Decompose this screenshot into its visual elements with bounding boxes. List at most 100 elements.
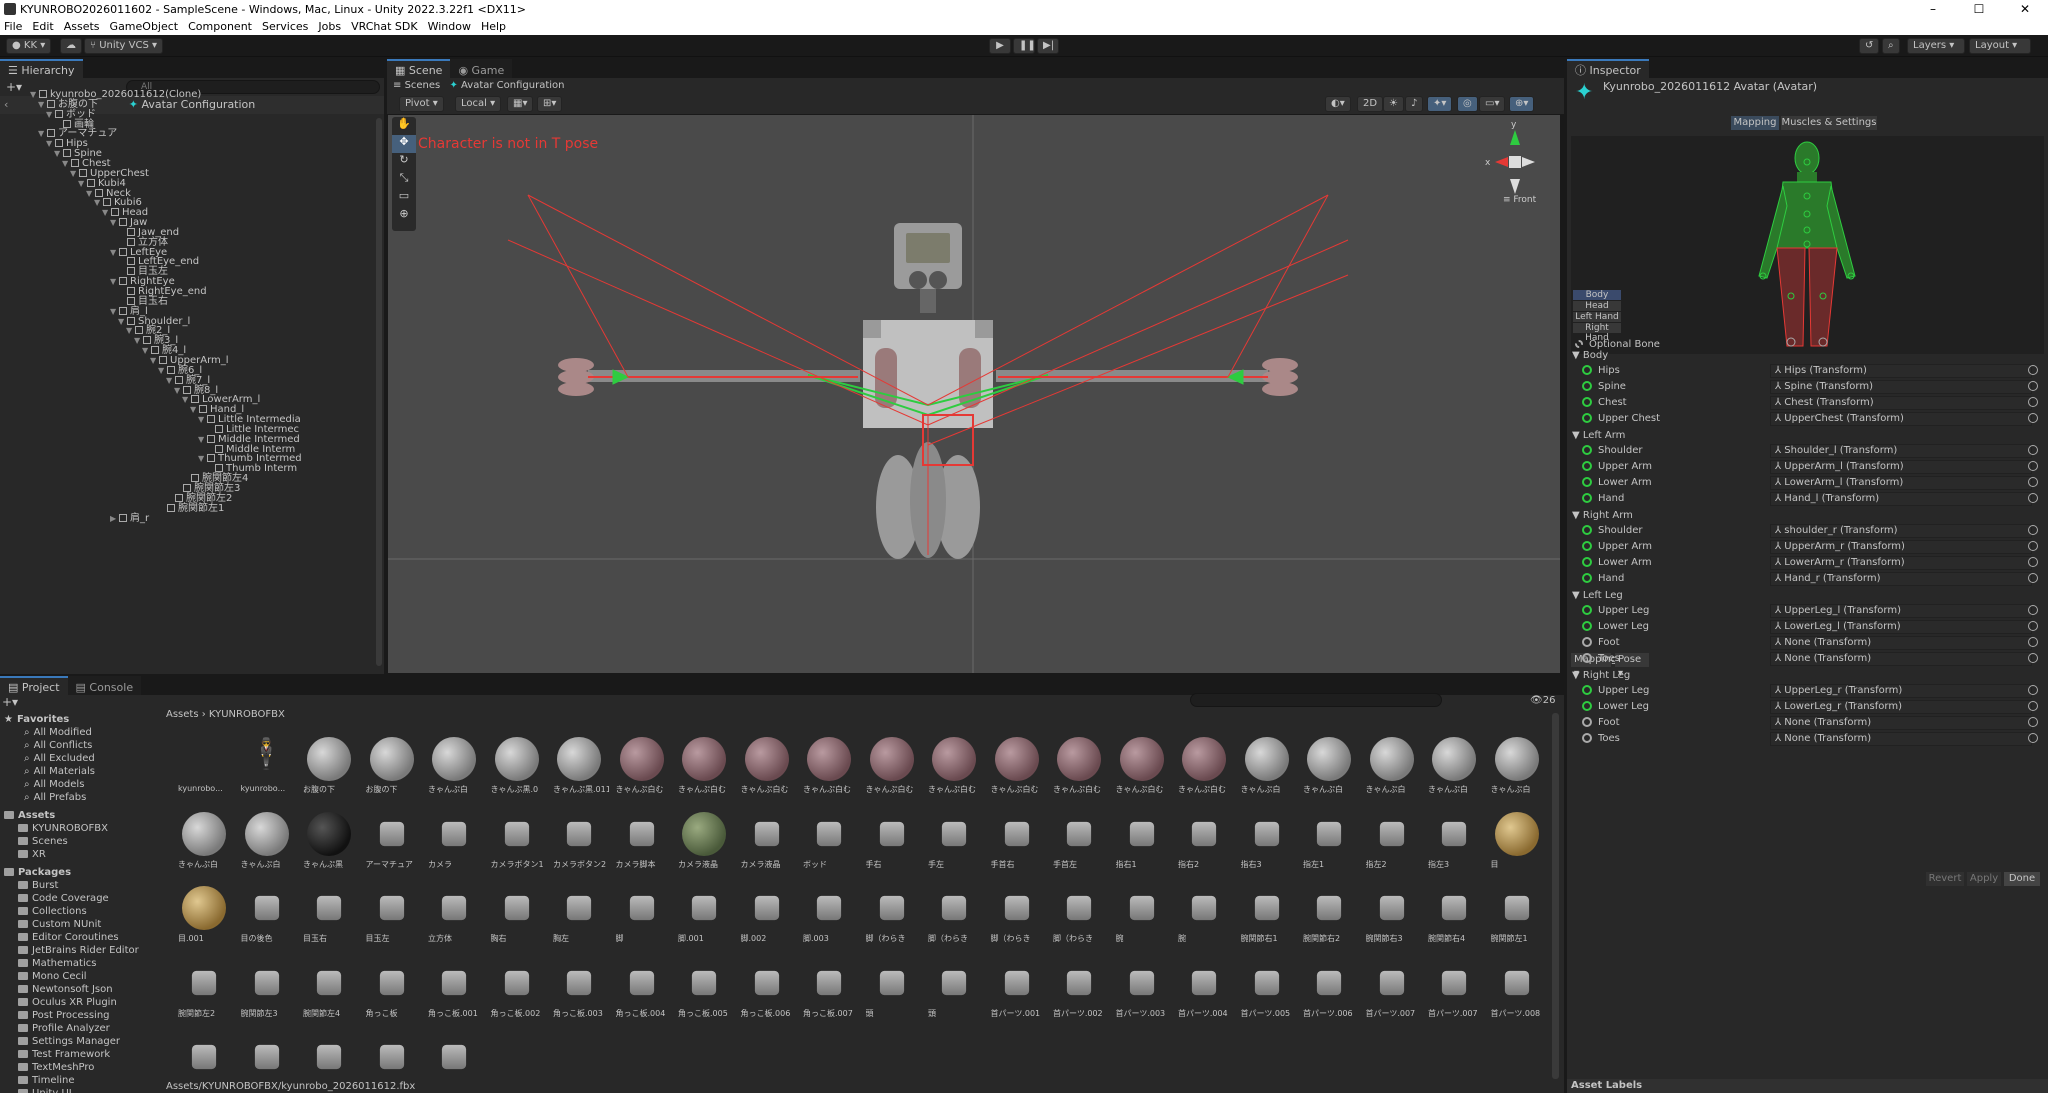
scale-tool-icon[interactable]: ⤡ bbox=[392, 171, 416, 189]
object-picker-icon[interactable] bbox=[2028, 733, 2038, 743]
mapping-tab[interactable]: Mapping bbox=[1731, 116, 1779, 130]
layers-dropdown[interactable]: Layers ▾ bbox=[1907, 38, 1965, 54]
account-button[interactable]: ● KK ▾ bbox=[6, 38, 52, 54]
object-picker-icon[interactable] bbox=[2028, 717, 2038, 727]
assets-folder[interactable]: Scenes bbox=[18, 835, 68, 848]
object-picker-icon[interactable] bbox=[2028, 381, 2038, 391]
breadcrumb-scenes[interactable]: ≡ Scenes bbox=[393, 80, 440, 91]
gizmos-icon[interactable]: ⊕▾ bbox=[1509, 96, 1535, 112]
asset-item[interactable]: 角っこ板 bbox=[366, 959, 418, 1021]
tab-scene[interactable]: ▦ Scene bbox=[387, 59, 451, 78]
bone-transform-field[interactable]: ⅄ None (Transform) bbox=[1770, 716, 2032, 730]
tab-hierarchy[interactable]: ☰ Hierarchy bbox=[0, 59, 83, 78]
asset-item[interactable]: 立方体 bbox=[428, 884, 480, 946]
asset-item[interactable]: 首パーツ.007 bbox=[1366, 959, 1418, 1021]
asset-item[interactable]: 首パーツ.008 bbox=[1491, 959, 1543, 1021]
bone-row[interactable]: Foot bbox=[1582, 716, 1620, 730]
hierarchy-item[interactable]: ▶ 肩_r bbox=[110, 512, 149, 525]
asset-item[interactable]: きゃんぷ白 bbox=[1491, 735, 1543, 797]
asset-item[interactable]: きゃんぷ白む bbox=[803, 735, 855, 797]
asset-item[interactable]: 胸左 bbox=[553, 884, 605, 946]
bone-row[interactable]: Lower Leg bbox=[1582, 700, 1649, 714]
asset-item[interactable]: 手首左 bbox=[1053, 810, 1105, 872]
breadcrumb-current[interactable]: Avatar Configuration bbox=[461, 80, 564, 91]
body-part-button[interactable]: Right Hand bbox=[1573, 323, 1621, 343]
bone-transform-field[interactable]: ⅄ LowerArm_r (Transform) bbox=[1770, 556, 2032, 570]
asset-item[interactable]: 脚（わらき bbox=[991, 884, 1043, 946]
asset-item[interactable]: 腕 bbox=[1116, 884, 1168, 946]
package-folder[interactable]: Mathematics bbox=[18, 957, 96, 970]
asset-item[interactable]: きゃんぷ白む bbox=[866, 735, 918, 797]
package-folder[interactable]: Timeline bbox=[18, 1074, 75, 1087]
asset-item[interactable]: 目 bbox=[1491, 810, 1543, 872]
back-arrow-icon[interactable]: ‹ bbox=[4, 96, 8, 114]
hidden-objects-icon[interactable]: ◎ bbox=[1457, 96, 1478, 112]
object-picker-icon[interactable] bbox=[2028, 573, 2038, 583]
asset-item[interactable]: きゃんぷ白む bbox=[1053, 735, 1105, 797]
asset-item[interactable]: きゃんぷ白む bbox=[1116, 735, 1168, 797]
asset-item[interactable]: 脚.001 bbox=[678, 884, 730, 946]
bone-row[interactable]: Shoulder bbox=[1582, 444, 1643, 458]
add-icon[interactable]: +▾ bbox=[6, 80, 22, 94]
avatar-body-preview[interactable] bbox=[1571, 136, 2044, 354]
search-icon[interactable]: ⌕ bbox=[1882, 38, 1900, 54]
asset-item[interactable]: きゃんぷ白 bbox=[1241, 735, 1293, 797]
bone-row[interactable]: Chest bbox=[1582, 396, 1627, 410]
asset-item[interactable]: 手左 bbox=[928, 810, 980, 872]
breadcrumb-kyunrobofbx[interactable]: KYUNROBOFBX bbox=[209, 709, 285, 720]
play-button[interactable]: ▶ bbox=[989, 38, 1011, 54]
assets-folder[interactable]: XR bbox=[18, 848, 46, 861]
object-picker-icon[interactable] bbox=[2028, 605, 2038, 615]
asset-item[interactable]: 手右 bbox=[866, 810, 918, 872]
increment-snap-icon[interactable]: ⊞▾ bbox=[537, 96, 563, 112]
asset-item[interactable]: カメラ脚本 bbox=[616, 810, 668, 872]
asset-item[interactable]: 首パーツ.004 bbox=[1178, 959, 1230, 1021]
asset-item[interactable]: 腕関節右4 bbox=[1428, 884, 1480, 946]
bone-transform-field[interactable]: ⅄ Chest (Transform) bbox=[1770, 396, 2032, 410]
bone-row[interactable]: Upper Chest bbox=[1582, 412, 1660, 426]
favorite-item[interactable]: ⌕ All Excluded bbox=[24, 752, 95, 765]
object-picker-icon[interactable] bbox=[2028, 413, 2038, 423]
object-picker-icon[interactable] bbox=[2028, 445, 2038, 455]
hierarchy-scrollbar[interactable] bbox=[376, 118, 382, 666]
object-picker-icon[interactable] bbox=[2028, 541, 2038, 551]
maximize-button[interactable]: ☐ bbox=[1956, 0, 2002, 18]
menu-help[interactable]: Help bbox=[481, 20, 506, 33]
menu-window[interactable]: Window bbox=[428, 20, 471, 33]
object-picker-icon[interactable] bbox=[2028, 653, 2038, 663]
bone-transform-field[interactable]: ⅄ Shoulder_l (Transform) bbox=[1770, 444, 2032, 458]
audio-icon[interactable]: ♪ bbox=[1405, 96, 1424, 112]
asset-item[interactable]: 脚 bbox=[616, 884, 668, 946]
favorite-item[interactable]: ⌕ All Materials bbox=[24, 765, 95, 778]
bone-transform-field[interactable]: ⅄ UpperArm_r (Transform) bbox=[1770, 540, 2032, 554]
object-picker-icon[interactable] bbox=[2028, 365, 2038, 375]
foldout-arrow-icon[interactable]: ▼ bbox=[1572, 590, 1583, 601]
bone-transform-field[interactable]: ⅄ None (Transform) bbox=[1770, 636, 2032, 650]
revert-button[interactable]: Revert bbox=[1926, 872, 1964, 886]
pose-dropdown[interactable]: Pose ▾ bbox=[1615, 653, 1649, 679]
bone-row[interactable]: Hips bbox=[1582, 364, 1620, 378]
asset-item[interactable]: 角っこ板.003 bbox=[553, 959, 605, 1021]
foldout-arrow-icon[interactable]: ▶ bbox=[110, 512, 119, 525]
scene-viewport[interactable]: y x Character is not in T pose ≡ Front ✋… bbox=[388, 115, 1560, 673]
asset-item[interactable]: きゃんぷ白 bbox=[1303, 735, 1355, 797]
package-folder[interactable]: Collections bbox=[18, 905, 87, 918]
asset-item[interactable]: 角っこ板.004 bbox=[616, 959, 668, 1021]
package-folder[interactable]: Oculus XR Plugin bbox=[18, 996, 117, 1009]
asset-item[interactable]: kyunrobo... bbox=[178, 735, 230, 797]
foldout-arrow-icon[interactable]: ▼ bbox=[1572, 430, 1583, 441]
asset-item[interactable]: カメラ bbox=[428, 810, 480, 872]
asset-item[interactable]: 目の後色 bbox=[241, 884, 293, 946]
package-folder[interactable]: Post Processing bbox=[18, 1009, 110, 1022]
bone-transform-field[interactable]: ⅄ UpperArm_l (Transform) bbox=[1770, 460, 2032, 474]
object-picker-icon[interactable] bbox=[2028, 477, 2038, 487]
object-picker-icon[interactable] bbox=[2028, 637, 2038, 647]
camera-icon[interactable]: ▭▾ bbox=[1479, 96, 1506, 112]
asset-item[interactable]: 角っこ板.005 bbox=[678, 959, 730, 1021]
bone-transform-field[interactable]: ⅄ None (Transform) bbox=[1770, 652, 2032, 666]
asset-item[interactable]: アーマチュア bbox=[366, 810, 418, 872]
favorite-item[interactable]: ⌕ All Prefabs bbox=[24, 791, 86, 804]
bone-transform-field[interactable]: ⅄ LowerLeg_r (Transform) bbox=[1770, 700, 2032, 714]
asset-item[interactable]: 指右2 bbox=[1178, 810, 1230, 872]
apply-button[interactable]: Apply bbox=[1967, 872, 2001, 886]
